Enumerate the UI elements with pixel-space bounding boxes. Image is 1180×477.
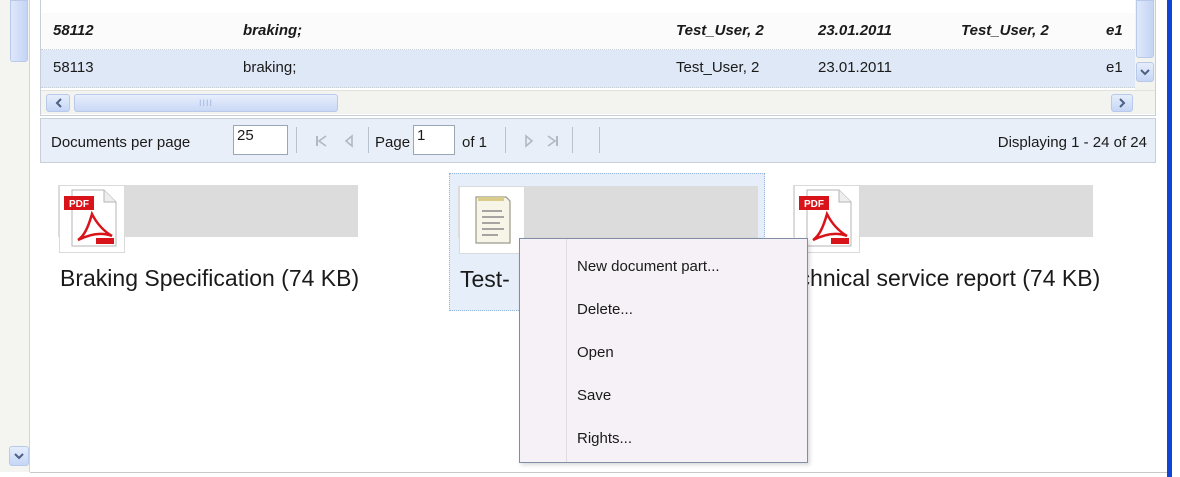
table-row[interactable]: 58112 braking; Test_User, 2 23.01.2011 T… bbox=[41, 13, 1135, 50]
scroll-down-icon[interactable] bbox=[1136, 62, 1154, 82]
next-page-icon[interactable] bbox=[517, 129, 541, 153]
grid-vertical-scrollbar[interactable] bbox=[1135, 0, 1155, 90]
outer-vertical-scrollbar[interactable] bbox=[0, 0, 30, 472]
per-page-label: Documents per page bbox=[51, 134, 191, 151]
separator bbox=[572, 127, 573, 153]
previous-page-icon[interactable] bbox=[337, 129, 361, 153]
document-tile[interactable]: PDF Braking Specification (74 KB) bbox=[50, 173, 366, 311]
cell-extra: e1 bbox=[1106, 59, 1123, 76]
context-menu: New document part... Delete... Open Save… bbox=[519, 238, 808, 463]
horizontal-scroll-thumb[interactable]: IIII bbox=[74, 94, 338, 112]
per-page-input[interactable]: 25 bbox=[233, 125, 288, 155]
grid-scroll-thumb[interactable] bbox=[1136, 0, 1154, 58]
page-count-label: of 1 bbox=[462, 134, 488, 151]
cell-name: braking; bbox=[243, 22, 303, 39]
cell-id: 58112 bbox=[53, 22, 94, 39]
svg-text:PDF: PDF bbox=[69, 199, 89, 210]
document-tile[interactable]: PDF echnical service report (74 KB) bbox=[785, 173, 1101, 311]
cell-extra: e1 bbox=[1106, 22, 1123, 39]
cell-created-by: Test_User, 2 bbox=[676, 22, 764, 39]
pdf-icon: PDF bbox=[59, 185, 125, 253]
separator bbox=[368, 127, 369, 153]
cell-modified-by: Test_User, 2 bbox=[961, 22, 1049, 39]
cell-created-by: Test_User, 2 bbox=[676, 59, 760, 76]
cell-id: 58113 bbox=[53, 59, 94, 76]
first-page-icon[interactable] bbox=[309, 129, 333, 153]
scroll-down-icon[interactable] bbox=[9, 446, 29, 466]
cell-date: 23.01.2011 bbox=[818, 22, 892, 39]
separator bbox=[296, 127, 297, 153]
menu-item-new-document-part[interactable]: New document part... bbox=[577, 258, 720, 275]
window-frame-edge bbox=[1167, 0, 1172, 477]
documents-grid: 58112 braking; Test_User, 2 23.01.2011 T… bbox=[40, 0, 1156, 116]
menu-item-open[interactable]: Open bbox=[577, 344, 614, 361]
divider bbox=[30, 472, 1167, 473]
last-page-icon[interactable] bbox=[541, 129, 565, 153]
paging-toolbar: Documents per page 25 Page 1 of 1 Displa… bbox=[40, 118, 1156, 163]
menu-icon-gutter bbox=[566, 239, 567, 462]
menu-item-delete[interactable]: Delete... bbox=[577, 301, 633, 318]
menu-item-rights[interactable]: Rights... bbox=[577, 430, 632, 447]
cell-date: 23.01.2011 bbox=[818, 59, 892, 76]
svg-text:PDF: PDF bbox=[804, 199, 824, 210]
separator bbox=[599, 127, 600, 153]
text-document-icon bbox=[459, 186, 525, 254]
page-label: Page bbox=[375, 134, 411, 151]
display-status: Displaying 1 - 24 of 24 bbox=[997, 134, 1147, 151]
grid-horizontal-scrollbar[interactable]: IIII bbox=[41, 90, 1155, 114]
cell-name: braking; bbox=[243, 59, 297, 76]
scroll-right-icon[interactable] bbox=[1111, 94, 1133, 112]
outer-scroll-thumb[interactable] bbox=[10, 0, 28, 62]
document-title: echnical service report (74 KB) bbox=[785, 265, 1101, 291]
document-title: Braking Specification (74 KB) bbox=[60, 265, 360, 291]
page-number-input[interactable]: 1 bbox=[413, 125, 455, 155]
menu-item-save[interactable]: Save bbox=[577, 387, 611, 404]
table-row-selected[interactable]: 58113 braking; Test_User, 2 23.01.2011 e… bbox=[41, 50, 1135, 88]
scroll-left-icon[interactable] bbox=[46, 94, 70, 112]
separator bbox=[505, 127, 506, 153]
